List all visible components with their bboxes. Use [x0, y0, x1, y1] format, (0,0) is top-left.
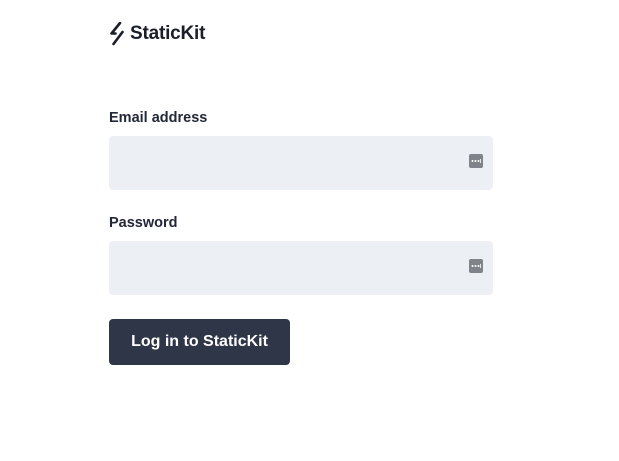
password-field[interactable] — [109, 241, 493, 295]
password-field-wrapper — [109, 241, 493, 295]
slash-bolt-icon — [109, 21, 127, 46]
email-label: Email address — [109, 110, 208, 126]
email-field-wrapper — [109, 136, 493, 190]
password-manager-icon[interactable] — [469, 154, 483, 168]
brand-header[interactable]: StaticKit — [109, 21, 206, 46]
brand-name: StaticKit — [130, 23, 206, 44]
password-manager-icon[interactable] — [469, 259, 483, 273]
password-label: Password — [109, 215, 178, 231]
login-button[interactable]: Log in to StaticKit — [109, 319, 290, 365]
email-field[interactable] — [109, 136, 493, 190]
